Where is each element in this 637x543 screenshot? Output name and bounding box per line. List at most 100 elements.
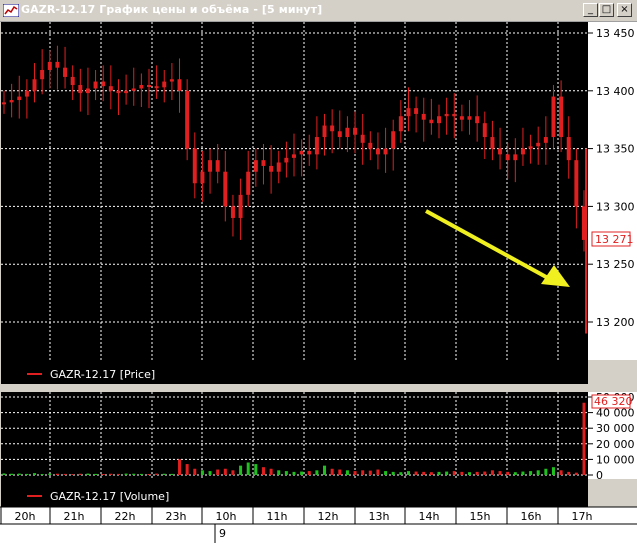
price-candle xyxy=(40,69,45,80)
volume-bar xyxy=(239,465,243,475)
volume-bar xyxy=(582,402,586,475)
volume-bar xyxy=(25,473,29,475)
price-candle xyxy=(414,108,419,114)
price-candle xyxy=(353,127,358,135)
price-candle xyxy=(284,157,289,163)
time-axis-label: 20h xyxy=(15,510,36,523)
price-tick-label: 13 450 xyxy=(596,27,635,40)
price-legend-label: GAZR-12.17 [Price] xyxy=(50,368,155,381)
price-candle xyxy=(467,116,472,120)
volume-bar xyxy=(124,473,128,475)
price-axis xyxy=(588,22,637,360)
volume-legend-label: GAZR-12.17 [Volume] xyxy=(50,490,169,503)
volume-bar xyxy=(40,474,44,475)
volume-bar xyxy=(468,472,472,475)
price-candle xyxy=(108,86,113,91)
price-candle xyxy=(47,61,52,70)
price-candle xyxy=(253,160,258,172)
price-candle xyxy=(131,88,136,91)
volume-bar xyxy=(10,473,14,475)
price-candle xyxy=(566,137,571,161)
volume-bar xyxy=(460,471,464,475)
price-candle xyxy=(17,96,22,101)
price-candle xyxy=(368,142,373,149)
time-axis-label: 22h xyxy=(115,510,136,523)
volume-bar xyxy=(429,472,433,475)
price-candle xyxy=(574,160,579,207)
volume-bar xyxy=(254,464,258,475)
volume-bar xyxy=(536,470,540,475)
volume-tick-label: 10 000 xyxy=(596,453,635,466)
volume-bar xyxy=(200,470,204,475)
time-axis-label: 13h xyxy=(369,510,390,523)
volume-plot-area[interactable] xyxy=(1,392,588,479)
price-candle xyxy=(322,125,327,138)
volume-bar xyxy=(384,471,388,475)
volume-bar xyxy=(513,472,517,475)
volume-bar xyxy=(376,469,380,475)
price-candle xyxy=(215,160,220,172)
price-candle xyxy=(421,113,426,120)
price-candle xyxy=(24,90,29,97)
volume-bar xyxy=(86,473,90,475)
volume-bar xyxy=(368,470,372,475)
price-candle xyxy=(93,81,98,89)
volume-bar xyxy=(445,471,449,475)
volume-bar xyxy=(353,471,357,475)
price-candle xyxy=(429,119,434,124)
volume-bar xyxy=(162,473,166,475)
price-candle xyxy=(536,142,541,147)
window-title: GAZR-12.17 График цены и объёма - [5 мин… xyxy=(21,3,323,16)
price-candle xyxy=(444,113,449,117)
price-candle xyxy=(314,137,319,155)
price-candle xyxy=(192,148,197,184)
price-candle xyxy=(185,90,190,149)
volume-bar xyxy=(521,471,525,475)
volume-bar xyxy=(506,471,510,475)
volume-bar xyxy=(94,473,98,475)
price-candle xyxy=(551,96,556,138)
price-candle xyxy=(269,165,274,172)
price-candle xyxy=(452,113,457,117)
time-axis-label: 15h xyxy=(470,510,491,523)
price-candle xyxy=(169,79,174,82)
volume-bar xyxy=(292,471,296,475)
time-axis-label: 11h xyxy=(267,510,288,523)
price-candle xyxy=(246,171,251,195)
price-candle xyxy=(406,108,411,117)
volume-bar xyxy=(574,472,578,475)
volume-bar xyxy=(437,471,441,475)
volume-bar xyxy=(300,471,304,475)
price-candle xyxy=(63,67,68,77)
volume-bar xyxy=(330,468,334,475)
price-candle xyxy=(200,171,205,184)
price-plot-area[interactable] xyxy=(1,22,588,360)
price-candle xyxy=(162,81,167,88)
date-label: 9 xyxy=(219,527,226,540)
volume-bar xyxy=(261,467,265,475)
volume-bar xyxy=(170,473,174,475)
price-candle xyxy=(9,100,14,103)
price-candle xyxy=(177,79,182,91)
price-candle xyxy=(238,194,243,218)
time-axis-label: 17h xyxy=(572,510,593,523)
price-candle xyxy=(292,154,296,158)
price-candle xyxy=(505,154,510,161)
volume-bar xyxy=(101,474,105,475)
chart-area[interactable]: 13 450 13 400 13 350 13 300 13 250 13 200 13 … xyxy=(0,22,637,543)
minimize-button[interactable]: _ xyxy=(583,3,598,17)
price-candle xyxy=(337,131,342,138)
volume-bar xyxy=(216,469,220,475)
price-candle xyxy=(513,154,518,161)
volume-bar xyxy=(193,468,197,475)
volume-bar xyxy=(544,468,548,475)
volume-tick-label: 40 000 xyxy=(596,407,635,420)
price-candle xyxy=(230,206,235,218)
price-candle xyxy=(2,102,6,105)
close-button[interactable]: × xyxy=(617,3,632,17)
maximize-button[interactable]: □ xyxy=(599,3,614,17)
time-axis-label: 12h xyxy=(318,510,339,523)
time-axis-label: 14h xyxy=(419,510,440,523)
volume-bar xyxy=(307,471,311,475)
volume-bar xyxy=(33,473,37,475)
